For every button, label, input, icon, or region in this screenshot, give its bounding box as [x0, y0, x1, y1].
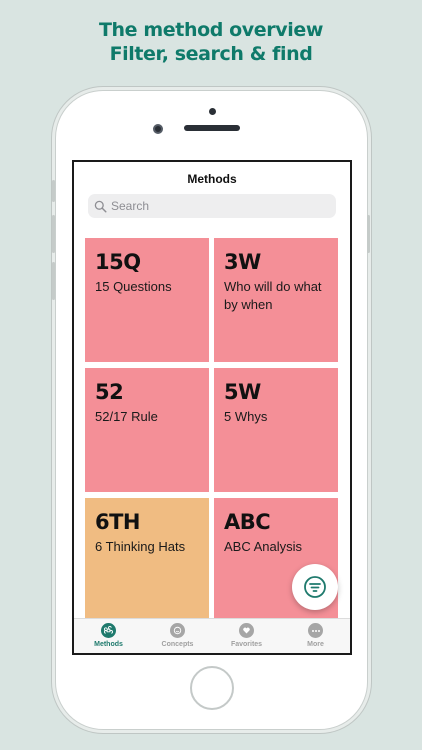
- method-name: 6 Thinking Hats: [95, 539, 186, 554]
- search-bar[interactable]: [88, 194, 336, 218]
- method-code: 15Q: [95, 250, 141, 274]
- headline-line-1: The method overview: [99, 19, 323, 41]
- search-input[interactable]: [111, 199, 321, 213]
- method-name: 52/17 Rule: [95, 409, 158, 424]
- tab-bar: Methods Concepts Favorites More: [74, 618, 350, 653]
- heart-icon: [239, 623, 254, 638]
- filter-icon: [304, 576, 326, 598]
- proximity-sensor: [209, 108, 216, 115]
- method-name: 5 Whys: [224, 409, 268, 424]
- home-button[interactable]: [190, 666, 234, 710]
- earpiece-speaker: [184, 125, 240, 131]
- filter-button[interactable]: [292, 564, 338, 610]
- front-camera: [153, 124, 163, 134]
- nav-title: Methods: [187, 172, 237, 186]
- face-icon: [170, 623, 185, 638]
- method-name: ABC Analysis: [224, 539, 303, 554]
- volume-down-button: [52, 262, 55, 300]
- method-grid: 15Q 15 Questions 3W Who will do what by …: [85, 238, 341, 622]
- method-card[interactable]: 52 52/17 Rule: [85, 368, 209, 492]
- method-code: 6TH: [95, 510, 141, 534]
- method-name: Who will do what by when: [224, 279, 322, 312]
- method-code: 3W: [224, 250, 261, 274]
- volume-up-button: [52, 215, 55, 253]
- more-icon: [308, 623, 323, 638]
- method-code: 5W: [224, 380, 261, 404]
- command-icon: [101, 623, 116, 638]
- tab-favorites[interactable]: Favorites: [212, 619, 281, 653]
- mute-switch: [52, 180, 55, 202]
- tab-label: Methods: [94, 641, 123, 648]
- method-code: 52: [95, 380, 124, 404]
- method-card[interactable]: 6TH 6 Thinking Hats: [85, 498, 209, 622]
- app-screen: Methods 15Q 15 Questions 3W Who will do …: [72, 160, 352, 655]
- tab-methods[interactable]: Methods: [74, 619, 143, 653]
- marketing-headline: The method overview Filter, search & fin…: [0, 18, 422, 66]
- power-button: [367, 215, 370, 253]
- tab-label: Concepts: [161, 641, 194, 648]
- method-card[interactable]: 15Q 15 Questions: [85, 238, 209, 362]
- tab-concepts[interactable]: Concepts: [143, 619, 212, 653]
- method-code: ABC: [224, 510, 271, 534]
- tab-label: Favorites: [230, 641, 263, 648]
- tab-label: More: [307, 641, 324, 648]
- magnifier-icon: [94, 200, 107, 213]
- method-name: 15 Questions: [95, 279, 172, 294]
- headline-line-2: Filter, search & find: [109, 43, 313, 65]
- tab-more[interactable]: More: [281, 619, 350, 653]
- method-card[interactable]: 5W 5 Whys: [214, 368, 338, 492]
- method-card[interactable]: 3W Who will do what by when: [214, 238, 338, 362]
